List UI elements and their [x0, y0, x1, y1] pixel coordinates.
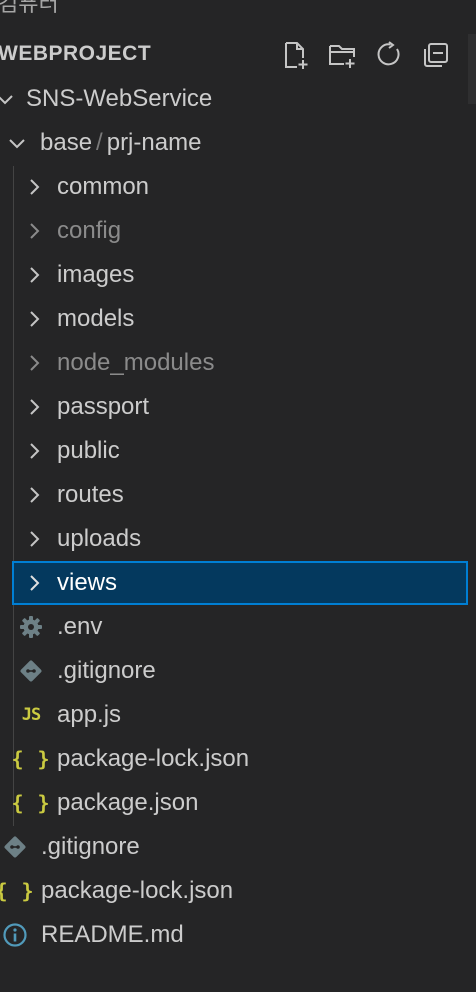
tree-folder-root[interactable]: SNS-WebService: [0, 77, 476, 121]
tree-file[interactable]: .gitignore: [0, 649, 476, 693]
folder-label: uploads: [57, 525, 142, 552]
file-label: .gitignore: [41, 833, 140, 860]
chevron-right-icon: [23, 528, 45, 550]
info-icon: [1, 921, 29, 949]
chevron-right-icon: [23, 308, 45, 330]
chevron-right-icon: [23, 220, 45, 242]
folder-label-part: prj-name: [106, 129, 202, 156]
tree-folder[interactable]: common: [0, 165, 476, 209]
chevron-right-icon: [23, 264, 45, 286]
file-label: package-lock.json: [57, 745, 250, 772]
folder-label: models: [57, 305, 135, 332]
tree-file[interactable]: JS app.js: [0, 693, 476, 737]
explorer-panel: 컴퓨터 WEBPROJECT SNS-WebService base / prj…: [0, 0, 476, 992]
header-actions: [278, 38, 453, 72]
folder-label: config: [57, 217, 122, 244]
tree-folder[interactable]: routes: [0, 473, 476, 517]
refresh-icon: [377, 41, 400, 66]
folder-label: base / prj-name: [40, 121, 201, 165]
chevron-right-icon: [23, 484, 45, 506]
folder-label-part: base: [40, 129, 93, 156]
chevron-right-icon: [23, 440, 45, 462]
git-icon: [17, 657, 45, 685]
chevron-right-icon: [23, 396, 45, 418]
file-label: .env: [57, 613, 103, 640]
refresh-button[interactable]: [372, 38, 406, 72]
tree-folder-base[interactable]: base / prj-name: [0, 121, 476, 165]
folder-label: SNS-WebService: [26, 85, 213, 112]
explorer-header: WEBPROJECT: [0, 34, 476, 76]
tree-folder[interactable]: node_modules: [0, 341, 476, 385]
folder-label: common: [57, 173, 150, 200]
folder-label: views: [57, 569, 118, 596]
folder-label: passport: [57, 393, 150, 420]
git-icon: [1, 833, 29, 861]
file-label: package-lock.json: [41, 877, 234, 904]
js-icon: JS: [21, 705, 41, 725]
json-icon: { }: [11, 747, 51, 771]
new-folder-button[interactable]: [325, 38, 359, 72]
tree-file[interactable]: .gitignore: [0, 825, 476, 869]
tree-file[interactable]: .env: [0, 605, 476, 649]
tree-folder-selected[interactable]: views: [12, 561, 468, 605]
tree-folder[interactable]: models: [0, 297, 476, 341]
folder-label: images: [57, 261, 135, 288]
workspace-title[interactable]: WEBPROJECT: [0, 42, 151, 66]
chevron-right-icon: [23, 176, 45, 198]
chevron-right-icon: [23, 352, 45, 374]
file-label: .gitignore: [57, 657, 156, 684]
collapse-all-icon: [424, 43, 448, 67]
gear-icon: [17, 613, 45, 641]
folder-label: node_modules: [57, 349, 215, 376]
new-file-button[interactable]: [278, 38, 312, 72]
tree-folder[interactable]: uploads: [0, 517, 476, 561]
tree-folder[interactable]: images: [0, 253, 476, 297]
tree-file[interactable]: { } package.json: [0, 781, 476, 825]
chevron-down-icon: [0, 88, 16, 110]
path-separator: /: [96, 129, 103, 156]
file-label: package.json: [57, 789, 199, 816]
folder-label: routes: [57, 481, 124, 508]
file-label: app.js: [57, 701, 122, 728]
tab-title-partial: 컴퓨터: [0, 0, 59, 16]
chevron-right-icon: [23, 572, 45, 594]
chevron-down-icon: [6, 132, 28, 154]
tree-folder[interactable]: config: [0, 209, 476, 253]
file-label: README.md: [41, 921, 184, 948]
tree-file[interactable]: { } package-lock.json: [0, 869, 476, 913]
new-file-icon: [285, 42, 308, 69]
json-icon: { }: [0, 879, 35, 903]
tree-folder[interactable]: passport: [0, 385, 476, 429]
tree-folder[interactable]: public: [0, 429, 476, 473]
collapse-all-button[interactable]: [419, 38, 453, 72]
json-icon: { }: [11, 791, 51, 815]
folder-label: public: [57, 437, 120, 464]
tree-file[interactable]: { } package-lock.json: [0, 737, 476, 781]
tree-file[interactable]: README.md: [0, 913, 476, 957]
new-folder-icon: [329, 45, 355, 68]
